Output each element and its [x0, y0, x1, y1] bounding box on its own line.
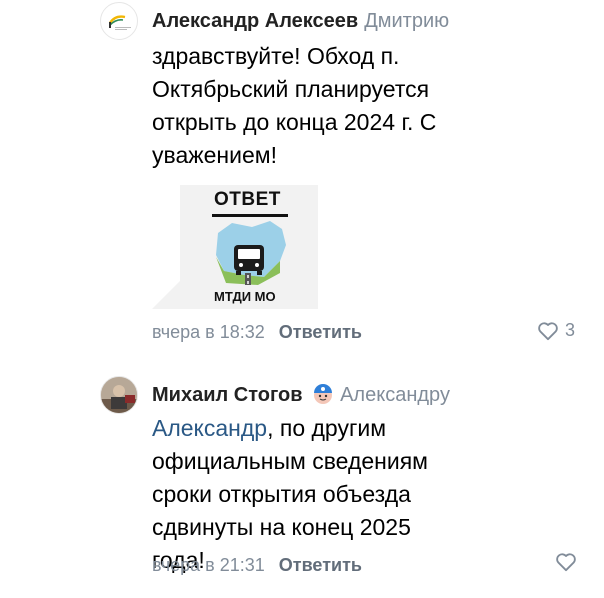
reply-button[interactable]: Ответить [279, 555, 362, 575]
comment-header: Михаил Стогов Александру [152, 383, 450, 411]
user-avatar-photo [101, 377, 137, 413]
heart-icon [556, 553, 576, 572]
author-name[interactable]: Михаил Стогов [152, 384, 303, 406]
like-button[interactable] [555, 552, 577, 572]
comment-text: Александр, по другим официальным сведени… [152, 412, 442, 577]
avatar-user[interactable] [100, 376, 138, 414]
emoji-badge-icon [312, 383, 334, 411]
timestamp[interactable]: вчера в 21:31 [152, 555, 265, 575]
reply-to-link[interactable]: Александру [340, 384, 450, 406]
comment-meta: вчера в 21:31 Ответить [152, 554, 362, 576]
comment-2: Михаил Стогов Александру Александр, по д… [0, 0, 604, 598]
mention-link[interactable]: Александр [152, 415, 267, 441]
